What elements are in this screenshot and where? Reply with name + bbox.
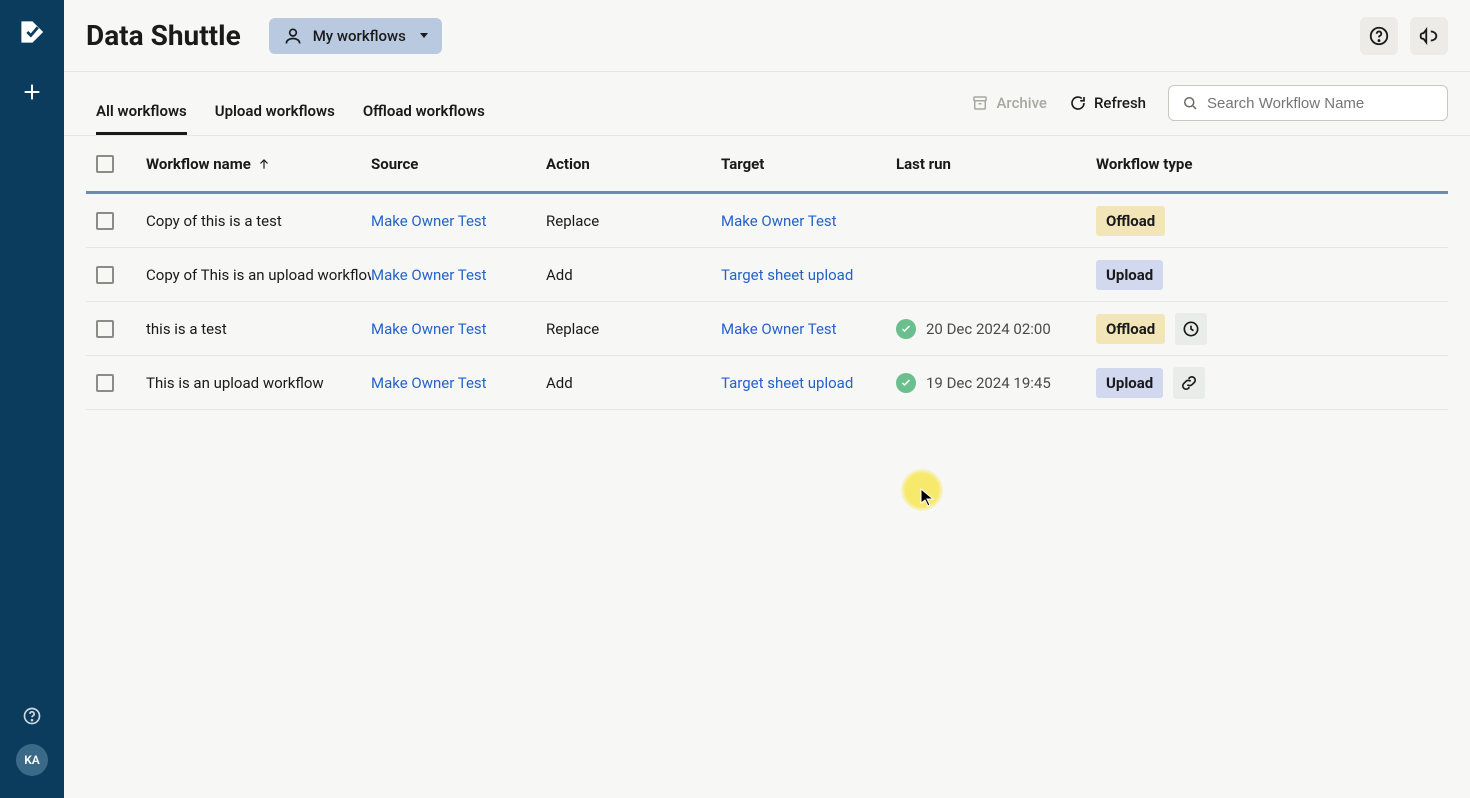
cell-action: Add xyxy=(546,374,721,392)
tab-all-workflows[interactable]: All workflows xyxy=(96,102,187,135)
add-button[interactable] xyxy=(14,74,50,110)
cell-last-run: 20 Dec 2024 02:00 xyxy=(896,319,1096,339)
cell-workflow-type: Offload xyxy=(1096,206,1416,236)
type-badge: Offload xyxy=(1096,206,1165,236)
col-workflow-type[interactable]: Workflow type xyxy=(1096,155,1416,173)
type-badge: Upload xyxy=(1096,260,1163,290)
row-checkbox[interactable] xyxy=(96,266,114,284)
cell-source-link[interactable]: Make Owner Test xyxy=(371,374,546,392)
refresh-icon xyxy=(1069,94,1087,112)
workflow-table: Workflow name Source Action Target Last … xyxy=(86,136,1448,410)
cell-source-link[interactable]: Make Owner Test xyxy=(371,320,546,338)
archive-button: Archive xyxy=(971,94,1046,112)
table-row[interactable]: This is an upload workflowMake Owner Tes… xyxy=(86,356,1448,410)
cell-target-link[interactable]: Target sheet upload xyxy=(721,266,896,284)
caret-down-icon xyxy=(420,33,428,38)
user-avatar[interactable]: KA xyxy=(16,744,48,776)
cell-workflow-name: Copy of This is an upload workflow xyxy=(146,266,371,284)
cell-source-link[interactable]: Make Owner Test xyxy=(371,212,546,230)
cell-workflow-type: Offload xyxy=(1096,313,1416,345)
cell-workflow-type: Upload xyxy=(1096,260,1416,290)
help-button[interactable] xyxy=(1360,17,1398,55)
sidebar: KA xyxy=(0,0,64,798)
workflows-dropdown[interactable]: My workflows xyxy=(269,18,442,54)
megaphone-icon xyxy=(1418,25,1440,47)
cell-target-link[interactable]: Target sheet upload xyxy=(721,374,896,392)
status-success-icon xyxy=(896,373,916,393)
row-checkbox[interactable] xyxy=(96,212,114,230)
tab-offload-workflows[interactable]: Offload workflows xyxy=(363,102,485,135)
search-box[interactable] xyxy=(1168,85,1448,121)
cell-last-run: 19 Dec 2024 19:45 xyxy=(896,373,1096,393)
announcements-button[interactable] xyxy=(1410,17,1448,55)
header: Data Shuttle My workflows xyxy=(64,0,1470,72)
table-row[interactable]: this is a testMake Owner TestReplaceMake… xyxy=(86,302,1448,356)
cell-workflow-name: Copy of this is a test xyxy=(146,212,371,230)
table-header: Workflow name Source Action Target Last … xyxy=(86,136,1448,194)
search-icon xyxy=(1181,94,1199,112)
col-target[interactable]: Target xyxy=(721,155,896,173)
main-area: Data Shuttle My workflows xyxy=(64,0,1470,798)
cell-target-link[interactable]: Make Owner Test xyxy=(721,212,896,230)
table-row[interactable]: Copy of this is a testMake Owner TestRep… xyxy=(86,194,1448,248)
row-checkbox[interactable] xyxy=(96,374,114,392)
row-checkbox[interactable] xyxy=(96,320,114,338)
cell-workflow-name: this is a test xyxy=(146,320,371,338)
page-title: Data Shuttle xyxy=(86,19,241,52)
toolbar: All workflows Upload workflows Offload wor… xyxy=(64,72,1470,136)
cell-source-link[interactable]: Make Owner Test xyxy=(371,266,546,284)
cell-action: Replace xyxy=(546,212,721,230)
clock-icon[interactable] xyxy=(1175,313,1207,345)
cell-action: Add xyxy=(546,266,721,284)
app-logo-icon[interactable] xyxy=(18,18,46,46)
sidebar-help-icon[interactable] xyxy=(22,706,42,726)
select-all-checkbox[interactable] xyxy=(96,155,114,173)
cell-action: Replace xyxy=(546,320,721,338)
cell-workflow-name: This is an upload workflow xyxy=(146,374,371,392)
refresh-button[interactable]: Refresh xyxy=(1069,94,1146,112)
link-icon[interactable] xyxy=(1173,367,1205,399)
col-source[interactable]: Source xyxy=(371,155,546,173)
type-badge: Offload xyxy=(1096,314,1165,344)
type-badge: Upload xyxy=(1096,368,1163,398)
help-icon xyxy=(1368,25,1390,47)
col-workflow-name[interactable]: Workflow name xyxy=(146,155,371,173)
col-last-run[interactable]: Last run xyxy=(896,155,1096,173)
archive-icon xyxy=(971,94,989,112)
table-row[interactable]: Copy of This is an upload workflowMake O… xyxy=(86,248,1448,302)
person-icon xyxy=(283,26,303,46)
dropdown-label: My workflows xyxy=(313,27,406,45)
status-success-icon xyxy=(896,319,916,339)
col-action[interactable]: Action xyxy=(546,155,721,173)
sort-asc-icon xyxy=(257,157,271,171)
cell-workflow-type: Upload xyxy=(1096,367,1416,399)
cell-target-link[interactable]: Make Owner Test xyxy=(721,320,896,338)
search-input[interactable] xyxy=(1207,95,1435,112)
tab-upload-workflows[interactable]: Upload workflows xyxy=(215,102,335,135)
